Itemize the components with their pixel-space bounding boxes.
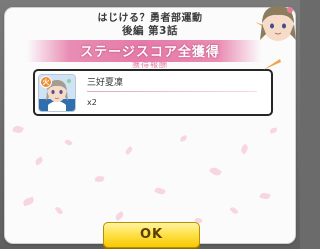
character-portrait: 火 — [38, 74, 76, 112]
reward-quantity: x2 — [87, 98, 97, 107]
petal-decoration — [154, 186, 166, 196]
petal-decoration — [54, 205, 64, 216]
petal-decoration — [22, 196, 35, 207]
petal-decoration — [269, 127, 278, 134]
reward-card: 火 三好夏凜 x2 — [33, 69, 273, 116]
petal-decoration — [208, 165, 223, 178]
ok-button[interactable]: OK — [103, 222, 200, 248]
ok-button-label: OK — [139, 227, 164, 242]
petal-decoration — [239, 143, 250, 155]
petal-decoration — [114, 210, 125, 222]
petal-decoration — [64, 138, 73, 147]
arrow-decoration-icon — [263, 59, 281, 70]
petal-decoration — [124, 146, 134, 155]
petal-decoration — [34, 156, 44, 166]
petal-decoration — [12, 124, 24, 135]
divider — [87, 91, 257, 92]
petal-decoration — [179, 134, 188, 143]
petal-decoration — [259, 191, 271, 201]
petal-decoration — [94, 175, 105, 183]
fire-element-icon: 火 — [40, 76, 52, 88]
petal-decoration — [229, 205, 239, 216]
character-mascot-icon — [252, 0, 300, 46]
reward-item-name: 三好夏凜 — [87, 78, 124, 88]
